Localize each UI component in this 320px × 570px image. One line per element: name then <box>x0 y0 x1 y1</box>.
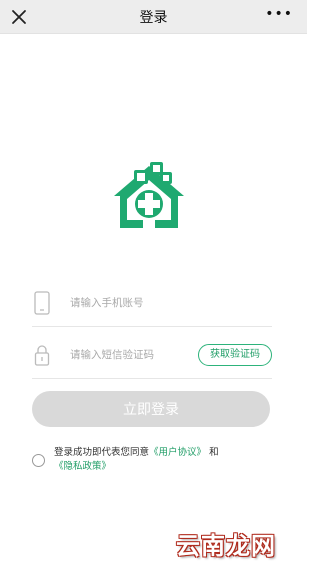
agreement-text: 登录成功即代表您同意《用户协议》 和 《隐私政策》 <box>54 446 274 474</box>
agreement-and: 和 <box>209 447 219 458</box>
page-title: 登录 <box>139 10 168 26</box>
privacy-policy-link[interactable]: 《隐私政策》 <box>54 461 111 472</box>
login-button[interactable]: 立即登录 <box>32 391 270 427</box>
more-menu-button[interactable]: ••• <box>265 6 293 22</box>
nav-bar: 登录 ••• <box>0 0 307 34</box>
phone-icon <box>34 291 50 315</box>
agreement-radio[interactable] <box>32 454 45 467</box>
user-agreement-link[interactable]: 《用户协议》 <box>149 447 206 458</box>
get-code-button[interactable]: 获取验证码 <box>198 344 272 366</box>
hospital-house-icon <box>114 162 184 228</box>
lock-icon <box>34 345 50 366</box>
watermark: 云南龙网 <box>176 532 276 560</box>
sms-code-field: 获取验证码 <box>32 335 272 379</box>
phone-field <box>32 283 272 327</box>
phone-input[interactable] <box>70 293 220 313</box>
agreement-prefix: 登录成功即代表您同意 <box>54 447 150 458</box>
